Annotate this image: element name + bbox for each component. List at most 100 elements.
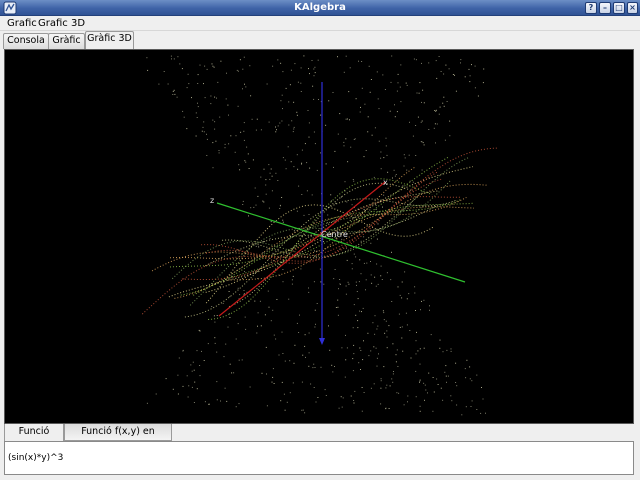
surface-point bbox=[280, 205, 281, 207]
surface-point bbox=[206, 68, 208, 70]
surface-point bbox=[359, 310, 361, 312]
tab-grafic-3d[interactable]: Gràfic 3D bbox=[85, 31, 134, 49]
surface-point bbox=[212, 119, 214, 121]
minimize-button[interactable]: – bbox=[599, 2, 611, 14]
surface-point bbox=[464, 368, 466, 370]
surface-point bbox=[423, 144, 425, 146]
tab-grafic[interactable]: Gràfic bbox=[48, 33, 85, 49]
function-input[interactable]: (sin(x)*y)^3 bbox=[4, 441, 634, 475]
surface-point bbox=[363, 340, 364, 342]
surface-point bbox=[357, 298, 359, 300]
surface-point bbox=[248, 168, 250, 169]
surface-point bbox=[177, 393, 179, 395]
surface-point bbox=[377, 98, 379, 100]
surface-point bbox=[228, 114, 229, 116]
surface-point bbox=[282, 281, 284, 283]
surface-point bbox=[306, 162, 308, 164]
tab-function-fxy[interactable]: Funció f(x,y) bbox=[4, 424, 64, 453]
plot3d-canvas[interactable]: z x Centre bbox=[5, 50, 634, 424]
surface-point bbox=[235, 338, 237, 340]
surface-point bbox=[281, 94, 283, 96]
surface-point bbox=[384, 332, 386, 334]
surface-point bbox=[288, 298, 290, 300]
surface-point bbox=[308, 291, 310, 293]
surface-point bbox=[282, 157, 284, 159]
surface-point bbox=[238, 164, 240, 166]
center-label: Centre bbox=[321, 230, 348, 239]
surface-point bbox=[413, 58, 415, 60]
surface-point bbox=[302, 354, 304, 356]
surface-point bbox=[308, 365, 310, 367]
surface-point bbox=[188, 83, 190, 85]
surface-point bbox=[471, 400, 473, 402]
surface-point bbox=[255, 245, 257, 247]
surface-point bbox=[404, 157, 406, 159]
surface-point bbox=[308, 136, 310, 138]
close-button[interactable]: × bbox=[627, 2, 638, 14]
surface-point bbox=[334, 366, 335, 367]
surface-point bbox=[361, 61, 363, 62]
surface-point bbox=[348, 91, 350, 93]
surface-point bbox=[279, 122, 281, 124]
surface-point bbox=[255, 204, 257, 206]
surface-point bbox=[446, 381, 447, 383]
surface-point bbox=[263, 168, 265, 170]
surface-point bbox=[199, 365, 201, 366]
surface-point bbox=[258, 246, 260, 248]
help-button[interactable]: ? bbox=[585, 2, 597, 14]
surface-point bbox=[359, 111, 361, 113]
surface-point bbox=[376, 238, 378, 240]
surface-point bbox=[445, 375, 447, 377]
surface-point bbox=[314, 143, 316, 145]
surface-point bbox=[325, 163, 327, 165]
surface-point bbox=[401, 337, 403, 339]
surface-point bbox=[355, 281, 357, 283]
surface-point bbox=[407, 395, 409, 397]
surface-point bbox=[265, 179, 267, 181]
surface-point bbox=[345, 293, 347, 295]
surface-point bbox=[229, 363, 231, 365]
window-titlebar[interactable]: KAlgebra ? – □ × bbox=[0, 0, 640, 16]
surface-point bbox=[415, 370, 417, 372]
tab-consola[interactable]: Consola bbox=[3, 33, 49, 49]
surface-curve bbox=[228, 182, 414, 308]
surface-point bbox=[272, 376, 274, 378]
surface-point bbox=[433, 127, 435, 129]
maximize-button[interactable]: □ bbox=[613, 2, 625, 14]
surface-point bbox=[421, 120, 423, 122]
surface-point bbox=[400, 101, 402, 103]
surface-point bbox=[234, 151, 236, 153]
surface-point bbox=[293, 126, 295, 128]
surface-point bbox=[279, 208, 281, 209]
surface-point bbox=[454, 74, 455, 76]
surface-curve bbox=[230, 209, 412, 275]
surface-point bbox=[444, 139, 446, 141]
surface-point bbox=[405, 82, 407, 84]
surface-point bbox=[298, 185, 300, 187]
surface-point bbox=[345, 55, 347, 57]
surface-point bbox=[393, 169, 395, 171]
surface-point bbox=[253, 206, 255, 208]
surface-point bbox=[325, 124, 327, 126]
plot3d-viewport[interactable]: z x Centre bbox=[4, 49, 634, 424]
surface-point bbox=[231, 372, 233, 374]
surface-point bbox=[204, 401, 206, 403]
surface-point bbox=[309, 73, 310, 75]
surface-point bbox=[241, 359, 243, 361]
surface-point bbox=[199, 375, 201, 377]
tab-function-mathml[interactable]: Funció f(x,y) en MathML bbox=[64, 424, 172, 453]
surface-point bbox=[243, 139, 245, 141]
surface-point bbox=[351, 263, 353, 265]
surface-point bbox=[262, 241, 264, 243]
surface-point bbox=[266, 83, 268, 85]
surface-point bbox=[392, 343, 394, 345]
menu-grafic-3d[interactable]: Grafic 3D bbox=[35, 17, 88, 30]
surface-point bbox=[275, 131, 277, 133]
surface-point bbox=[229, 296, 231, 298]
surface-point bbox=[418, 92, 420, 94]
surface-point bbox=[373, 176, 375, 178]
surface-point bbox=[412, 181, 414, 183]
surface-point bbox=[245, 328, 247, 330]
surface-point bbox=[368, 65, 370, 67]
surface-point bbox=[352, 179, 354, 180]
